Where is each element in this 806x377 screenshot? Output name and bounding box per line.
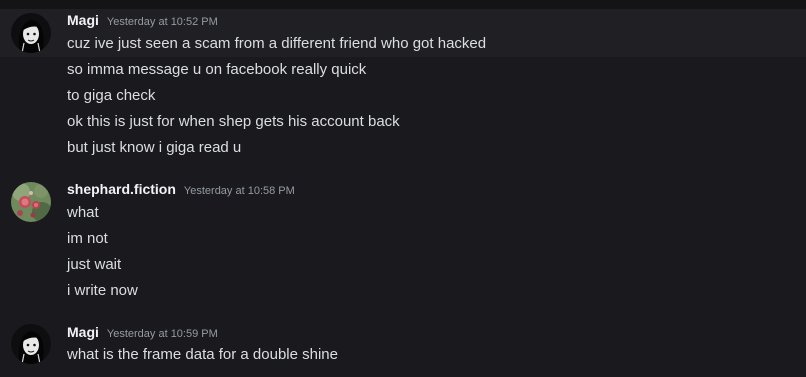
message-header: shephard.fiction Yesterday at 10:58 PM: [67, 181, 295, 201]
timestamp[interactable]: Yesterday at 10:52 PM: [107, 16, 218, 28]
username[interactable]: shephard.fiction: [67, 181, 176, 197]
flower-avatar-icon: [11, 182, 51, 222]
timestamp[interactable]: Yesterday at 10:59 PM: [107, 328, 218, 340]
magi-avatar-icon: [11, 324, 51, 364]
top-divider: [0, 0, 806, 9]
message-text: but just know i giga read u: [67, 139, 242, 156]
message-text: what: [67, 204, 99, 221]
message-text: im not: [67, 230, 108, 247]
avatar[interactable]: [11, 324, 51, 364]
chat-message-list: Magi Yesterday at 10:52 PM cuz ive just …: [0, 0, 806, 377]
magi-avatar-icon: [11, 13, 51, 53]
message-text: what is the frame data for a double shin…: [67, 346, 338, 363]
message-text: so imma message u on facebook really qui…: [67, 61, 367, 78]
message-text: to giga check: [67, 87, 156, 104]
message-text: i write now: [67, 282, 138, 299]
message-text: ok this is just for when shep gets his a…: [67, 113, 400, 130]
avatar[interactable]: [11, 182, 51, 222]
username[interactable]: Magi: [67, 12, 99, 28]
message-header: Magi Yesterday at 10:59 PM: [67, 324, 218, 344]
message-header: Magi Yesterday at 10:52 PM: [67, 12, 218, 32]
timestamp[interactable]: Yesterday at 10:58 PM: [184, 185, 295, 197]
message-text: just wait: [67, 256, 122, 273]
avatar[interactable]: [11, 13, 51, 53]
message-text: cuz ive just seen a scam from a differen…: [67, 35, 487, 52]
username[interactable]: Magi: [67, 324, 99, 340]
